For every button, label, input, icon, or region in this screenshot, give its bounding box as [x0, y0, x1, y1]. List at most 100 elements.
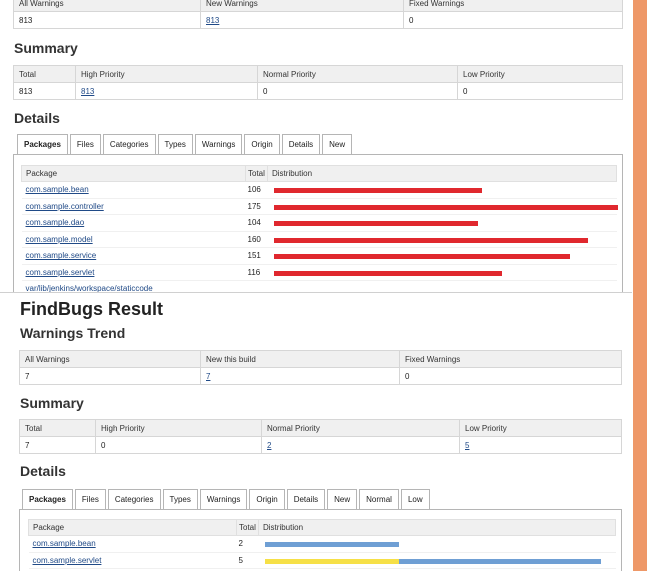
tab-packages[interactable]: Packages: [17, 134, 68, 154]
tab-warnings[interactable]: Warnings: [194, 134, 243, 154]
header-normal-priority: Normal Priority: [257, 65, 458, 83]
distribution-cell: [267, 280, 617, 292]
header-package: Package: [28, 519, 237, 536]
distribution-cell: [258, 535, 616, 553]
normal-priority-bar: [264, 558, 400, 564]
low-priority-link[interactable]: 5: [465, 441, 469, 450]
tab-categories[interactable]: Categories: [102, 134, 156, 154]
high-priority-link[interactable]: 813: [81, 87, 94, 96]
package-total: 2: [236, 535, 259, 553]
header-high-priority: High Priority: [75, 65, 258, 83]
summary-table: Total High Priority Normal Priority Low …: [13, 65, 623, 100]
tab-normal[interactable]: Normal: [359, 489, 399, 509]
table-row: com.sample.service 151: [21, 247, 617, 265]
packages-tab-panel: Package Total Distribution com.sample.be…: [13, 154, 623, 292]
package-total: 175: [245, 198, 268, 215]
distribution-cell: [267, 214, 617, 232]
table-row: com.sample.controller 175: [21, 198, 618, 215]
package-link[interactable]: com.sample.controller: [26, 202, 104, 211]
tab-new[interactable]: New: [327, 489, 358, 509]
header-total: Total: [236, 519, 259, 536]
header-new-warnings: New Warnings: [200, 0, 404, 12]
fixed-warnings-value: 0: [399, 367, 622, 385]
details-tabs-bottom: Packages Files Categories Types Warnings Orig…: [22, 489, 430, 509]
table-row: com.sample.servlet 116: [21, 264, 617, 281]
package-link[interactable]: com.sample.bean: [26, 185, 89, 194]
header-distribution: Distribution: [258, 519, 616, 536]
new-this-build-link[interactable]: 7: [206, 372, 210, 381]
all-warnings-value: 813: [13, 11, 201, 29]
table-row: com.sample.bean 106: [21, 181, 617, 199]
details-tabs: Packages Files Categories Types Warnings Orig…: [17, 134, 353, 154]
package-link[interactable]: com.sample.dao: [26, 218, 85, 227]
tab-categories[interactable]: Categories: [107, 489, 161, 509]
tab-origin[interactable]: Origin: [249, 489, 285, 509]
header-total: Total: [13, 65, 76, 83]
header-fixed-warnings: Fixed Warnings: [399, 350, 622, 368]
header-distribution: Distribution: [267, 165, 617, 182]
package-link[interactable]: com.sample.model: [26, 235, 93, 244]
summary-heading-bottom: Summary: [20, 395, 84, 411]
distribution-cell: [267, 181, 617, 199]
header-high-priority: High Priority: [95, 419, 262, 437]
high-priority-bar: [273, 254, 571, 259]
tab-types[interactable]: Types: [157, 134, 193, 154]
scrollbar-bottom[interactable]: [633, 292, 647, 571]
package-total: 5: [236, 552, 259, 569]
package-total: 151: [245, 247, 268, 265]
tab-origin[interactable]: Origin: [244, 134, 280, 154]
tab-details[interactable]: Details: [286, 489, 326, 509]
details-heading-bottom: Details: [20, 463, 66, 479]
bottom-report-pane: FindBugs Result Warnings Trend All Warni…: [0, 292, 632, 571]
tab-files[interactable]: Files: [69, 134, 101, 154]
table-row: var/lib/jenkins/workspace/staticcode: [21, 280, 617, 292]
header-new-this-build: New this build: [200, 350, 400, 368]
tab-types[interactable]: Types: [162, 489, 198, 509]
high-priority-bar: [273, 221, 478, 226]
package-total: 160: [245, 231, 268, 248]
package-link[interactable]: com.sample.servlet: [33, 556, 102, 565]
new-warnings-link[interactable]: 813: [206, 16, 219, 25]
header-low-priority: Low Priority: [457, 65, 623, 83]
header-fixed-warnings: Fixed Warnings: [403, 0, 623, 12]
tab-packages[interactable]: Packages: [22, 489, 73, 509]
tab-warnings[interactable]: Warnings: [199, 489, 248, 509]
summary-heading: Summary: [14, 40, 78, 56]
package-total: 116: [245, 264, 268, 281]
high-priority-value: 0: [95, 436, 262, 454]
packages-table: Package Total Distribution com.sample.be…: [21, 165, 618, 292]
summary-table-bottom: Total High Priority Normal Priority Low …: [19, 419, 622, 454]
distribution-cell: [258, 552, 616, 569]
header-all-warnings: All Warnings: [19, 350, 201, 368]
packages-tab-panel-bottom: Package Total Distribution com.sample.be…: [19, 509, 622, 571]
low-priority-value: 0: [457, 82, 623, 100]
package-link[interactable]: var/lib/jenkins/workspace/staticcode: [26, 284, 153, 292]
all-warnings-value: 7: [19, 367, 201, 385]
package-total: 104: [245, 214, 268, 232]
tab-low[interactable]: Low: [400, 489, 430, 509]
high-priority-bar: [273, 270, 502, 276]
tab-files[interactable]: Files: [74, 489, 106, 509]
tab-new[interactable]: New: [322, 134, 353, 154]
header-total: Total: [245, 165, 268, 182]
tab-details[interactable]: Details: [281, 134, 321, 154]
table-row: com.sample.dao 104: [21, 214, 617, 232]
distribution-cell: [267, 264, 617, 281]
normal-priority-value: 0: [257, 82, 458, 100]
package-total: 106: [245, 181, 268, 199]
low-priority-bar: [264, 542, 400, 547]
page-title: FindBugs Result: [20, 299, 163, 319]
package-link[interactable]: com.sample.bean: [33, 539, 96, 548]
scrollbar-top[interactable]: [633, 0, 647, 292]
header-low-priority: Low Priority: [459, 419, 622, 437]
distribution-cell: [267, 198, 618, 215]
package-link[interactable]: com.sample.service: [26, 251, 97, 260]
low-priority-bar: [399, 558, 602, 564]
package-link[interactable]: com.sample.servlet: [26, 268, 95, 277]
high-priority-bar: [273, 204, 618, 210]
warnings-trend-table: All Warnings New Warnings Fixed Warnings…: [13, 0, 623, 29]
normal-priority-link[interactable]: 2: [267, 441, 271, 450]
table-row: com.sample.model 160: [21, 231, 617, 248]
top-report-pane: All Warnings New Warnings Fixed Warnings…: [0, 0, 632, 292]
packages-table-bottom: Package Total Distribution com.sample.be…: [28, 519, 616, 569]
